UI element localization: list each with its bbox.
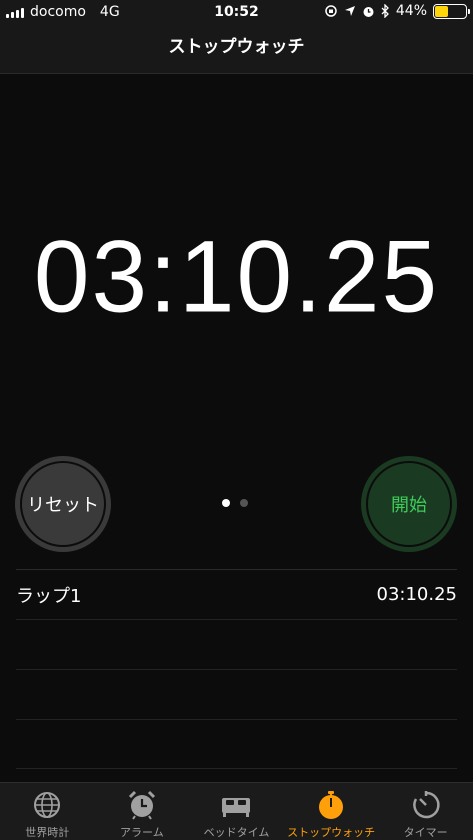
- tab-label: ベッドタイム: [203, 826, 270, 839]
- status-right: 44%: [324, 3, 470, 19]
- start-button[interactable]: 開始: [361, 456, 457, 552]
- tab-world-clock[interactable]: 世界時計: [0, 783, 95, 840]
- page-dot-2[interactable]: [240, 499, 248, 507]
- tab-label: アラーム: [120, 826, 164, 839]
- empty-row: [16, 719, 457, 769]
- alarm-icon: [363, 6, 374, 17]
- tab-bar: 世界時計 アラーム ベッドタイム ストップウォッチ タイマー: [0, 782, 473, 840]
- navigation-bar: ストップウォッチ: [0, 24, 473, 74]
- tab-label: タイマー: [403, 826, 448, 839]
- battery-icon: [433, 3, 470, 19]
- orientation-lock-icon: [325, 5, 337, 17]
- bed-icon: [222, 798, 251, 817]
- tab-timer[interactable]: タイマー: [378, 783, 473, 840]
- lap-label: ラップ1: [16, 585, 82, 607]
- lap-list[interactable]: ラップ1 03:10.25: [16, 569, 457, 769]
- tab-label: ストップウォッチ: [287, 826, 376, 839]
- elapsed-time: 03:10.25: [33, 219, 440, 335]
- lap-time: 03:10.25: [376, 584, 458, 605]
- battery-percent: 44%: [395, 3, 427, 19]
- start-button-label: 開始: [366, 461, 452, 547]
- stopwatch-display: 03:10.25: [0, 220, 473, 335]
- tab-stopwatch[interactable]: ストップウォッチ: [284, 783, 379, 840]
- alarm-clock-icon: [128, 790, 155, 820]
- empty-row: [16, 619, 457, 669]
- globe-icon: [34, 792, 61, 818]
- tab-label: 世界時計: [25, 826, 70, 839]
- reset-button[interactable]: リセット: [15, 456, 111, 552]
- location-arrow-icon: [344, 6, 355, 16]
- page-title: ストップウォッチ: [168, 37, 305, 57]
- reset-button-label: リセット: [20, 461, 106, 547]
- page-dot-1[interactable]: [222, 499, 230, 507]
- timer-icon: [412, 791, 440, 819]
- stopwatch-icon: [319, 791, 344, 819]
- status-bar: docomo 4G 10:52 44%: [0, 0, 473, 24]
- empty-row: [16, 669, 457, 719]
- tab-bedtime[interactable]: ベッドタイム: [189, 783, 284, 840]
- lap-row: ラップ1 03:10.25: [16, 569, 457, 619]
- tab-alarm[interactable]: アラーム: [95, 783, 190, 840]
- bluetooth-icon: [381, 4, 389, 18]
- page-indicator[interactable]: [222, 499, 248, 507]
